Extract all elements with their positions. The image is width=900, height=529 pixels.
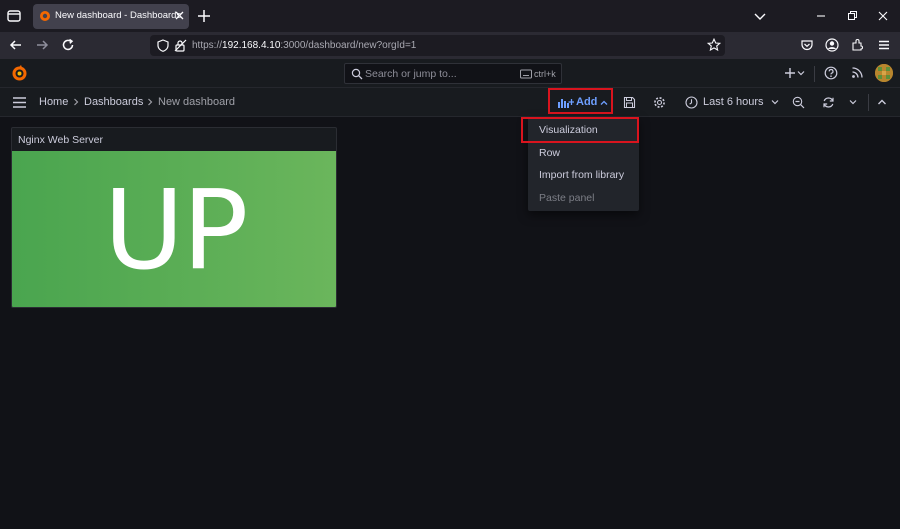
stat-panel[interactable]: Nginx Web Server UP: [11, 127, 337, 308]
window-close-icon[interactable]: [877, 10, 889, 22]
menu-item-row[interactable]: Row: [528, 142, 639, 164]
menu-item-label: Row: [539, 147, 561, 159]
top-bar-divider: [814, 66, 815, 82]
save-dashboard-icon[interactable]: [623, 96, 636, 109]
grafana-favicon-icon: [39, 10, 51, 22]
settings-gear-icon[interactable]: [653, 96, 666, 109]
new-plus-icon[interactable]: [784, 67, 796, 79]
add-button[interactable]: Add: [548, 88, 613, 114]
grafana-top-bar: Search or jump to... ctrl+k: [0, 59, 900, 88]
url-host: 192.168.4.10: [222, 40, 281, 51]
help-icon[interactable]: [824, 66, 838, 80]
search-shortcut: ctrl+k: [534, 69, 556, 79]
time-range-chevron-down-icon[interactable]: [771, 98, 779, 106]
window-restore-icon[interactable]: [846, 10, 858, 22]
menu-item-label: Import from library: [539, 169, 625, 181]
refresh-icon[interactable]: [822, 96, 835, 109]
add-button-label: Add: [576, 96, 598, 108]
browser-tab-active[interactable]: New dashboard - Dashboards: [33, 4, 189, 29]
panel-stat-value: UP: [103, 166, 249, 294]
tab-title: New dashboard - Dashboards: [55, 10, 182, 21]
tab-overview-icon[interactable]: [5, 7, 23, 25]
bookmark-star-icon[interactable]: [707, 38, 721, 52]
pocket-icon[interactable]: [800, 38, 814, 52]
chevron-up-icon: [600, 99, 608, 107]
url-path: :3000/dashboard/new?orgId=1: [280, 40, 417, 51]
reload-icon[interactable]: [61, 38, 75, 52]
extensions-icon[interactable]: [851, 38, 865, 52]
tracking-shield-icon[interactable]: [157, 39, 169, 52]
search-icon: [351, 68, 363, 80]
new-menu-chevron-down-icon[interactable]: [797, 69, 805, 77]
menu-item-paste-panel: Paste panel: [528, 187, 639, 209]
breadcrumb-chevron-icon: [72, 98, 80, 106]
breadcrumb-home[interactable]: Home: [39, 96, 68, 108]
search-bar[interactable]: Search or jump to... ctrl+k: [344, 63, 562, 84]
breadcrumb-current: New dashboard: [158, 96, 236, 108]
visualization-highlight-box: [521, 117, 639, 143]
breadcrumb-dashboards[interactable]: Dashboards: [84, 96, 143, 108]
url-prefix: https://: [192, 40, 223, 51]
tab-close-icon[interactable]: [174, 10, 185, 21]
add-panel-icon: [558, 97, 574, 108]
user-avatar[interactable]: [875, 64, 893, 82]
menu-item-label: Paste panel: [539, 192, 595, 204]
panel-title[interactable]: Nginx Web Server: [18, 134, 103, 146]
window-minimize-icon[interactable]: [815, 10, 827, 22]
panel-stat-background: UP: [12, 151, 336, 307]
collapse-toolbar-chevron-up-icon[interactable]: [877, 97, 887, 107]
url-bar[interactable]: https://192.168.4.10:3000/dashboard/new?…: [150, 35, 725, 56]
clock-icon[interactable]: [685, 96, 698, 109]
toolbar-divider: [868, 94, 869, 111]
dashboard-toolbar: Home Dashboards New dashboard Add Last 6…: [0, 88, 900, 117]
browser-nav-bar: https://192.168.4.10:3000/dashboard/new?…: [0, 32, 900, 59]
list-all-tabs-icon[interactable]: [754, 10, 766, 22]
zoom-out-icon[interactable]: [792, 96, 805, 109]
grafana-logo-icon[interactable]: [11, 65, 28, 82]
search-placeholder: Search or jump to...: [365, 68, 457, 80]
forward-arrow-icon[interactable]: [35, 38, 49, 52]
keyboard-icon: [520, 69, 532, 79]
insecure-lock-icon[interactable]: [174, 39, 187, 52]
breadcrumb-chevron-icon: [146, 98, 154, 106]
browser-tab-strip: New dashboard - Dashboards: [0, 0, 900, 32]
url-text[interactable]: https://192.168.4.10:3000/dashboard/new?…: [192, 40, 416, 51]
time-range-picker[interactable]: Last 6 hours: [703, 96, 764, 108]
menu-item-import-from-library[interactable]: Import from library: [528, 164, 639, 186]
back-arrow-icon[interactable]: [9, 38, 23, 52]
refresh-interval-chevron-down-icon[interactable]: [849, 98, 857, 106]
new-tab-icon[interactable]: [197, 9, 211, 23]
news-feed-icon[interactable]: [851, 66, 864, 79]
menu-hamburger-icon[interactable]: [12, 96, 27, 109]
app-menu-icon[interactable]: [877, 38, 891, 52]
account-icon[interactable]: [825, 38, 839, 52]
